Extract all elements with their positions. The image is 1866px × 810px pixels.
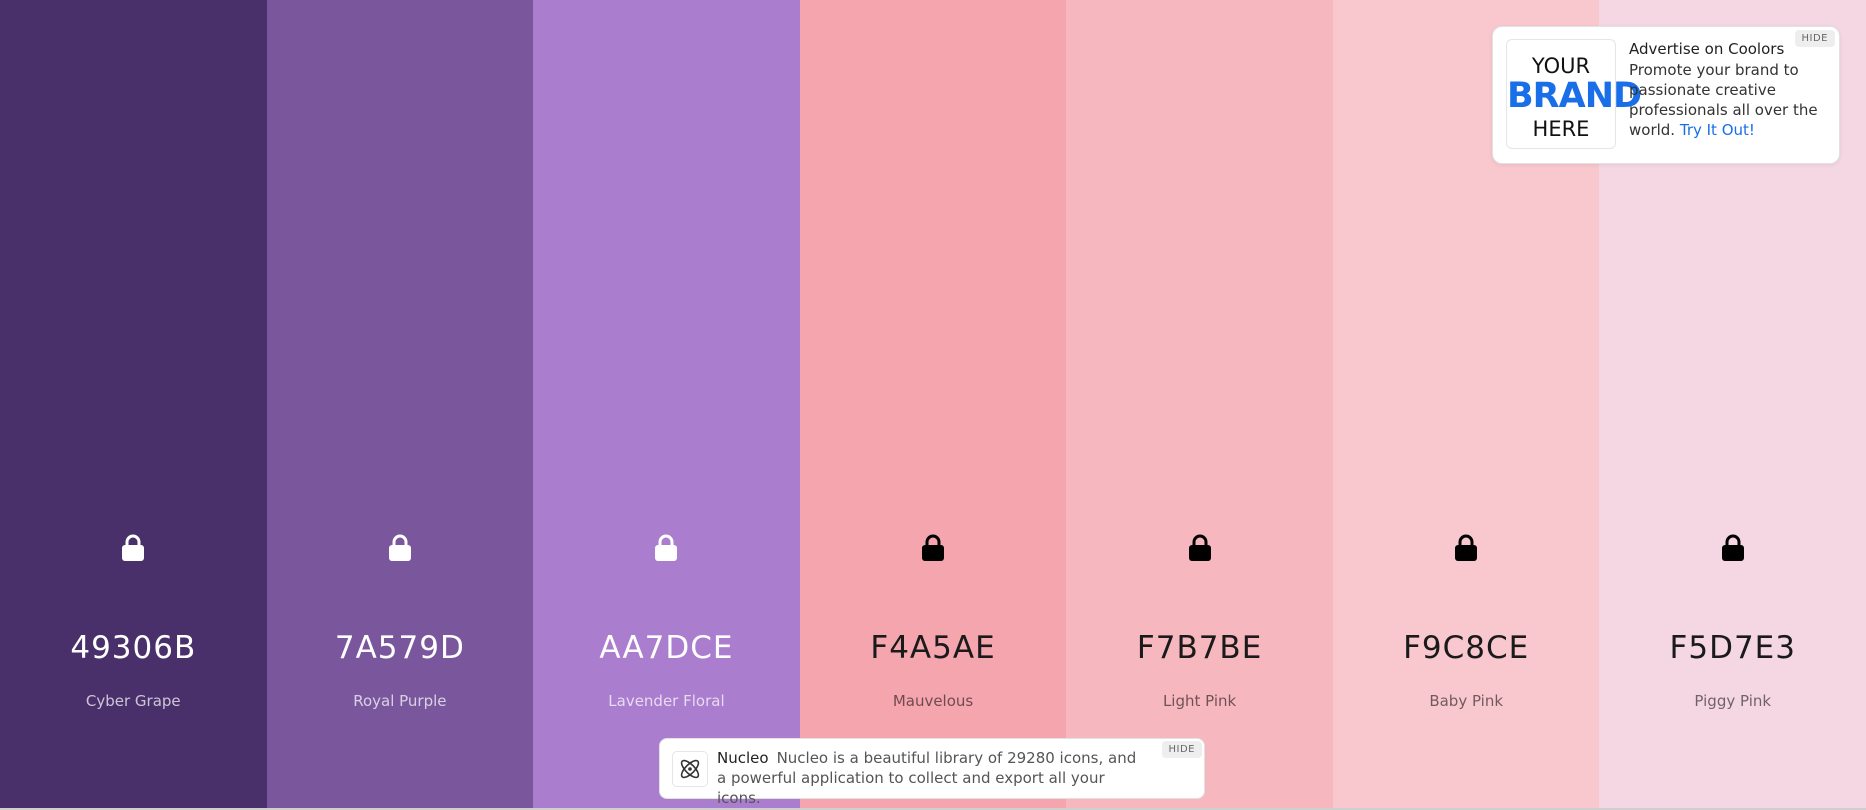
lock-icon[interactable] bbox=[1188, 534, 1212, 562]
brand-placeholder-logo[interactable]: YOUR BRAND HERE bbox=[1506, 39, 1642, 149]
color-name[interactable]: Light Pink bbox=[1066, 692, 1333, 710]
advertise-card[interactable]: YOUR BRAND HERE Advertise on Coolors Pro… bbox=[1492, 26, 1840, 164]
lock-icon[interactable] bbox=[388, 534, 412, 562]
lock-icon[interactable] bbox=[654, 534, 678, 562]
color-hex-code[interactable]: F4A5AE bbox=[800, 630, 1067, 666]
color-swatch[interactable]: 7A579D Royal Purple bbox=[266, 0, 534, 808]
hide-bar-button[interactable]: HIDE bbox=[1161, 741, 1202, 758]
color-hex-code[interactable]: F9C8CE bbox=[1333, 630, 1600, 666]
lock-icon[interactable] bbox=[121, 534, 145, 562]
color-swatch[interactable]: 49306B Cyber Grape bbox=[0, 0, 267, 808]
color-swatch[interactable]: F4A5AE Mauvelous bbox=[799, 0, 1067, 808]
color-hex-code[interactable]: 49306B bbox=[0, 630, 267, 666]
color-hex-code[interactable]: F5D7E3 bbox=[1599, 630, 1866, 666]
ad-title[interactable]: Advertise on Coolors bbox=[1629, 40, 1784, 58]
color-name[interactable]: Lavender Floral bbox=[533, 692, 800, 710]
nucleo-ad-text: Nucleo Nucleo is a beautiful library of 2… bbox=[717, 748, 1147, 808]
nucleo-description: Nucleo is a beautiful library of 29280 i… bbox=[717, 749, 1137, 807]
nucleo-ad-bar[interactable]: Nucleo Nucleo is a beautiful library of 2… bbox=[659, 738, 1205, 807]
color-hex-code[interactable]: 7A579D bbox=[267, 630, 534, 666]
color-swatch[interactable]: F7B7BE Light Pink bbox=[1066, 0, 1333, 808]
nucleo-brand: Nucleo bbox=[717, 749, 769, 767]
color-name[interactable]: Piggy Pink bbox=[1599, 692, 1866, 710]
brand-line-1: YOUR bbox=[1531, 54, 1591, 78]
ad-description: Promote your brand to passionate creativ… bbox=[1629, 60, 1829, 140]
brand-line-3: HERE bbox=[1532, 117, 1590, 141]
lock-icon[interactable] bbox=[1721, 534, 1745, 562]
lock-icon[interactable] bbox=[1454, 534, 1478, 562]
hide-ad-button[interactable]: HIDE bbox=[1794, 30, 1835, 47]
try-it-out-link[interactable]: Try It Out! bbox=[1680, 121, 1755, 139]
lock-icon[interactable] bbox=[921, 534, 945, 562]
color-swatch[interactable]: AA7DCE Lavender Floral bbox=[533, 0, 800, 808]
color-name[interactable]: Royal Purple bbox=[267, 692, 534, 710]
color-name[interactable]: Baby Pink bbox=[1333, 692, 1600, 710]
color-name[interactable]: Mauvelous bbox=[800, 692, 1067, 710]
color-hex-code[interactable]: AA7DCE bbox=[533, 630, 800, 666]
color-hex-code[interactable]: F7B7BE bbox=[1066, 630, 1333, 666]
brand-line-2: BRAND bbox=[1507, 76, 1642, 116]
atom-icon bbox=[672, 751, 708, 787]
color-name[interactable]: Cyber Grape bbox=[0, 692, 267, 710]
